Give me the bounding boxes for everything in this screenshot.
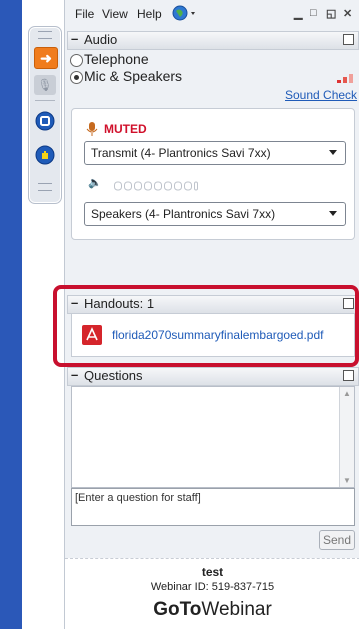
- menu-bar: File View Help ▁ □ ◱ ✕: [65, 5, 359, 25]
- hand-icon: [35, 145, 55, 165]
- menu-file[interactable]: File: [75, 7, 94, 21]
- audio-section-header[interactable]: – Audio: [67, 31, 359, 50]
- maximize-icon[interactable]: □: [310, 7, 317, 19]
- arrow-right-icon: ➜: [40, 49, 52, 66]
- microphone-muted-icon: [86, 121, 98, 140]
- toolbar-divider: [35, 100, 55, 101]
- questions-scrollbar[interactable]: ▲ ▼: [339, 387, 354, 487]
- scroll-up-icon[interactable]: ▲: [343, 389, 351, 398]
- chevron-down-icon: [329, 211, 337, 216]
- questions-log[interactable]: ▲ ▼: [71, 386, 355, 488]
- toolbar-grip-bottom[interactable]: [38, 183, 52, 191]
- popout-icon[interactable]: [343, 34, 354, 45]
- send-button[interactable]: Send: [319, 530, 355, 550]
- raise-hand-button[interactable]: [34, 145, 56, 165]
- mic-speakers-label[interactable]: Mic & Speakers: [84, 68, 182, 84]
- organizer-name: test: [201, 565, 224, 579]
- menu-help[interactable]: Help: [137, 7, 162, 21]
- webinar-id: Webinar ID: 519-837-715: [150, 581, 275, 593]
- restore-icon[interactable]: ◱: [326, 7, 336, 20]
- speaker-level-meter: [114, 179, 198, 194]
- question-input[interactable]: [Enter a question for staff]: [71, 488, 355, 526]
- control-toolbar: ➜ 🎙: [28, 26, 62, 204]
- question-placeholder: [Enter a question for staff]: [75, 492, 201, 504]
- globe-icon[interactable]: [172, 5, 198, 24]
- webinar-footer: test Webinar ID: 519-837-715 GoToWebinar: [65, 558, 359, 630]
- webcam-button[interactable]: [34, 111, 56, 131]
- speakers-value: Speakers (4- Plantronics Savi 7xx): [91, 207, 276, 221]
- signal-level-icon: [335, 72, 357, 87]
- menu-view[interactable]: View: [102, 7, 128, 21]
- questions-section-header[interactable]: – Questions: [67, 367, 359, 386]
- mic-speakers-radio[interactable]: [70, 71, 83, 84]
- transmit-value: Transmit (4- Plantronics Savi 7xx): [91, 146, 271, 160]
- muted-label: MUTED: [104, 122, 147, 136]
- minimize-icon[interactable]: ▁: [294, 7, 302, 20]
- webcam-icon: [35, 111, 55, 131]
- chevron-down-icon: [329, 150, 337, 155]
- toolbar-grip[interactable]: [38, 31, 52, 39]
- speaker-icon: 🔈: [88, 177, 102, 189]
- audio-settings-box: MUTED Transmit (4- Plantronics Savi 7xx)…: [71, 108, 355, 240]
- microphone-icon: 🎙: [37, 78, 53, 92]
- telephone-label[interactable]: Telephone: [84, 51, 149, 67]
- popout-icon[interactable]: [343, 370, 354, 381]
- logo-light: Webinar: [201, 599, 272, 620]
- share-screen-button[interactable]: ➜: [34, 47, 58, 69]
- scroll-down-icon[interactable]: ▼: [343, 476, 351, 485]
- telephone-radio[interactable]: [70, 54, 83, 67]
- audio-title: Audio: [84, 32, 118, 47]
- microphone-button[interactable]: 🎙: [34, 75, 56, 95]
- collapse-icon[interactable]: –: [71, 31, 78, 46]
- speakers-dropdown[interactable]: Speakers (4- Plantronics Savi 7xx): [84, 202, 346, 226]
- gotowebinar-logo: GoToWebinar: [65, 599, 359, 621]
- handouts-highlight-box: [53, 285, 359, 367]
- close-icon[interactable]: ✕: [343, 7, 352, 20]
- left-accent-bar: [0, 0, 22, 629]
- logo-bold: GoTo: [153, 599, 202, 620]
- questions-title: Questions: [84, 368, 143, 383]
- collapse-icon[interactable]: –: [71, 367, 78, 382]
- transmit-dropdown[interactable]: Transmit (4- Plantronics Savi 7xx): [84, 141, 346, 165]
- sound-check-link[interactable]: Sound Check: [285, 88, 357, 102]
